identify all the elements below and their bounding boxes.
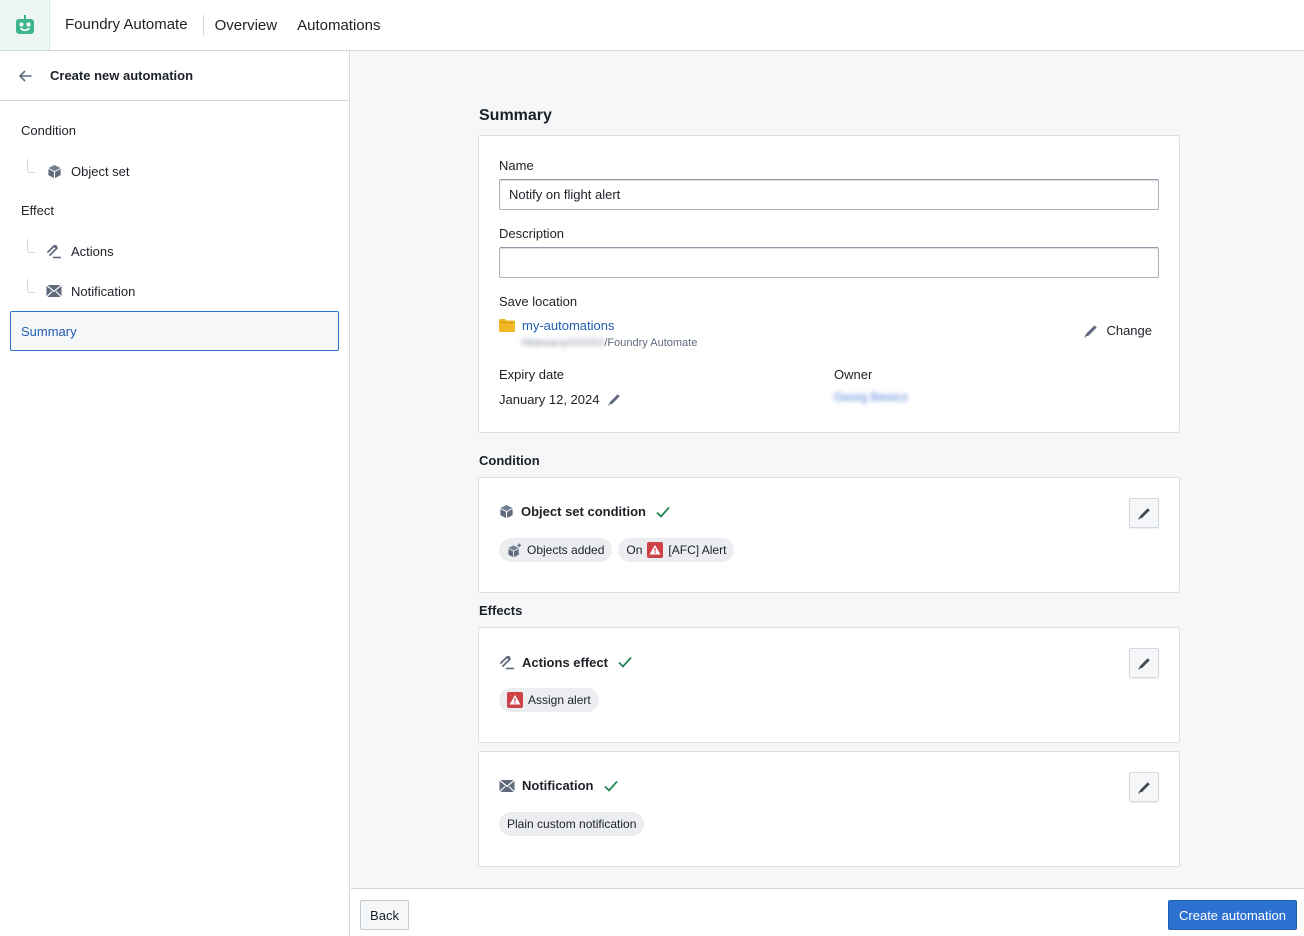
- back-button[interactable]: Back: [360, 900, 409, 930]
- cube-add-icon: [507, 542, 522, 558]
- tree-connector: [27, 159, 35, 173]
- sidebar-item-label: Object set: [71, 163, 130, 179]
- notification-card-title: Notification: [522, 778, 594, 793]
- condition-card: Object set condition Objects added On [A…: [478, 477, 1180, 593]
- notification-tags: Plain custom notification: [499, 812, 645, 836]
- warning-icon: [647, 542, 664, 558]
- tag-objects-added: Objects added: [499, 538, 613, 562]
- sidebar-header: Create new automation: [0, 51, 349, 101]
- edit-actions-button[interactable]: [1129, 648, 1159, 678]
- tree-connector: [27, 279, 35, 293]
- pencil-icon: [1137, 657, 1150, 670]
- expiry-date: January 12, 2024: [499, 392, 621, 407]
- expiry-date-value: January 12, 2024: [499, 392, 600, 407]
- pencil-icon[interactable]: [608, 393, 621, 406]
- condition-card-title: Object set condition: [521, 504, 646, 519]
- change-label: Change: [1106, 323, 1152, 338]
- actions-icon: [46, 243, 62, 259]
- sidebar-title: Create new automation: [50, 68, 194, 83]
- sidebar-item-actions[interactable]: Actions: [27, 239, 114, 262]
- nav-automations[interactable]: Automations: [297, 17, 380, 34]
- cube-icon: [500, 504, 513, 519]
- app-logo[interactable]: [0, 0, 50, 50]
- tag-label: Assign alert: [528, 693, 591, 707]
- sidebar: Create new automation Condition Object s…: [0, 51, 350, 936]
- envelope-icon: [46, 283, 62, 299]
- description-label: Description: [499, 226, 565, 241]
- actions-effect-card: Actions effect Assign alert: [478, 627, 1180, 743]
- actions-card-header: Actions effect: [499, 654, 632, 670]
- pencil-icon: [1137, 507, 1150, 520]
- condition-card-header: Object set condition: [499, 504, 670, 519]
- tag-label: Plain custom notification: [507, 817, 637, 831]
- sidebar-section-condition[interactable]: Condition: [21, 123, 76, 138]
- nav-overview[interactable]: Overview: [215, 17, 278, 34]
- condition-tags: Objects added On [AFC] Alert: [499, 538, 735, 562]
- sidebar-item-label: Notification: [71, 283, 136, 299]
- owner-label: Owner: [834, 367, 873, 382]
- tag-plain-custom-notification: Plain custom notification: [499, 812, 645, 836]
- footer-bar: Back Create automation: [351, 888, 1304, 936]
- pencil-icon: [1137, 781, 1150, 794]
- actions-card-title: Actions effect: [522, 654, 608, 670]
- top-navigation-bar: Foundry Automate Overview Automations: [0, 0, 1304, 51]
- create-automation-button[interactable]: Create automation: [1168, 900, 1297, 930]
- arrow-left-icon[interactable]: [17, 68, 33, 84]
- description-input[interactable]: [499, 247, 1159, 278]
- tree-connector: [27, 239, 35, 253]
- path-prefix-redacted: /Wareany/0/2002: [521, 337, 605, 349]
- cube-icon: [46, 163, 62, 179]
- tag-object-type: On [AFC] Alert: [618, 538, 735, 562]
- envelope-icon: [499, 779, 515, 792]
- edit-notification-button[interactable]: [1129, 772, 1159, 802]
- pencil-icon: [1084, 324, 1098, 338]
- path-suffix: /Foundry Automate: [604, 337, 698, 349]
- name-label: Name: [499, 158, 534, 173]
- check-icon: [618, 656, 632, 668]
- check-icon: [603, 780, 618, 792]
- sidebar-item-summary[interactable]: Summary: [10, 311, 339, 351]
- main-content: Summary Name Description Save location m…: [351, 51, 1304, 888]
- name-input[interactable]: [499, 179, 1159, 210]
- save-location-folder: my-automations: [499, 318, 614, 333]
- warning-icon: [507, 692, 523, 708]
- sidebar-item-object-set[interactable]: Object set: [27, 159, 130, 182]
- condition-heading: Condition: [479, 453, 540, 468]
- actions-tags: Assign alert: [499, 688, 599, 712]
- folder-link[interactable]: my-automations: [522, 318, 614, 333]
- tag-label: [AFC] Alert: [668, 543, 727, 557]
- tag-label: Objects added: [527, 543, 605, 557]
- save-location-label: Save location: [499, 294, 578, 309]
- effects-heading: Effects: [479, 603, 523, 618]
- summary-heading: Summary: [479, 107, 552, 124]
- check-icon: [656, 506, 670, 518]
- tag-prefix: On: [626, 543, 643, 557]
- notification-effect-card: Notification Plain custom notification: [478, 751, 1180, 867]
- notification-card-header: Notification: [499, 778, 618, 793]
- folder-path: /Wareany/0/2002 /Foundry Automate: [521, 337, 697, 349]
- edit-condition-button[interactable]: [1129, 498, 1159, 528]
- app-title[interactable]: Foundry Automate: [65, 15, 204, 35]
- owner-value[interactable]: Georg Berecz: [834, 390, 908, 404]
- robot-icon: [15, 15, 34, 34]
- summary-card: Name Description Save location my-automa…: [478, 135, 1180, 433]
- sidebar-item-notification[interactable]: Notification: [27, 279, 136, 302]
- folder-icon: [499, 319, 515, 332]
- tag-assign-alert: Assign alert: [499, 688, 599, 712]
- expiry-date-label: Expiry date: [499, 367, 565, 382]
- change-location-button[interactable]: Change: [1084, 323, 1152, 338]
- sidebar-item-label: Actions: [71, 243, 114, 259]
- actions-icon: [500, 655, 514, 670]
- sidebar-section-effect[interactable]: Effect: [21, 203, 54, 218]
